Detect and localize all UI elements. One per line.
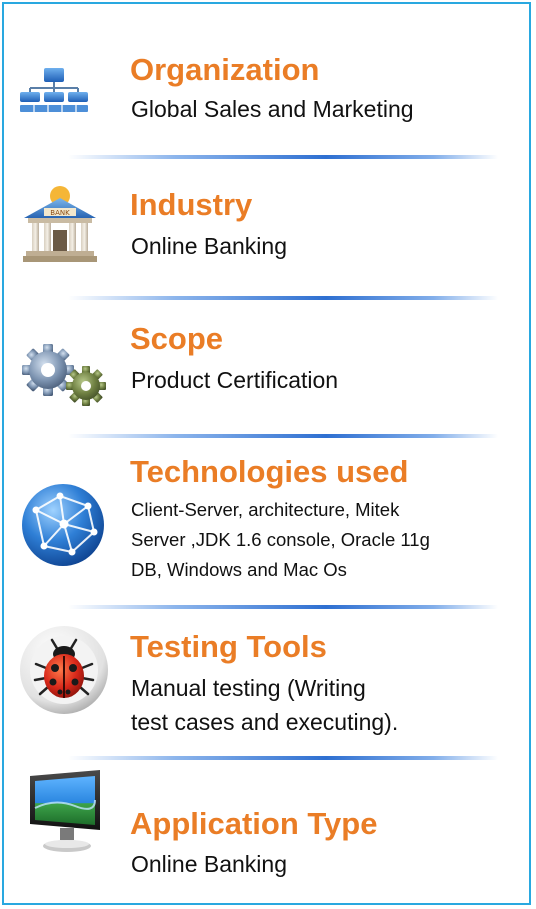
- section-description-line: Client-Server, architecture, Mitek: [131, 499, 400, 520]
- section-divider: [68, 756, 498, 760]
- section-title: Application Type: [130, 806, 378, 841]
- section-description-line: Server ,JDK 1.6 console, Oracle 11g: [131, 529, 430, 550]
- org-chart-icon: [20, 68, 88, 112]
- section-description-line: DB, Windows and Mac Os: [131, 559, 347, 580]
- section-title: Industry: [130, 187, 253, 222]
- section-description: Online Banking: [131, 233, 287, 259]
- bank-sign-text: BANK: [50, 209, 70, 217]
- ladybug-icon: [20, 626, 108, 714]
- section-description-line: test cases and executing).: [131, 709, 399, 735]
- section-description: Product Certification: [131, 367, 339, 393]
- monitor-icon: [30, 770, 100, 852]
- section-title: Testing Tools: [130, 629, 327, 664]
- gears-icon: [22, 344, 106, 406]
- section-title: Organization: [130, 52, 320, 87]
- section-divider: [68, 434, 498, 438]
- bank-icon: BANK: [23, 186, 97, 262]
- section-description-line: Manual testing (Writing: [131, 675, 366, 701]
- section-description: Global Sales and Marketing: [131, 96, 414, 122]
- section-divider: [68, 155, 498, 159]
- section-description: Online Banking: [131, 851, 287, 877]
- globe-network-icon: [22, 484, 104, 566]
- section-title: Scope: [130, 321, 224, 356]
- section-divider: [68, 605, 498, 609]
- project-info-card: Organization Global Sales and Marketing …: [2, 2, 531, 905]
- section-title: Technologies used: [130, 454, 409, 489]
- section-divider: [68, 296, 498, 300]
